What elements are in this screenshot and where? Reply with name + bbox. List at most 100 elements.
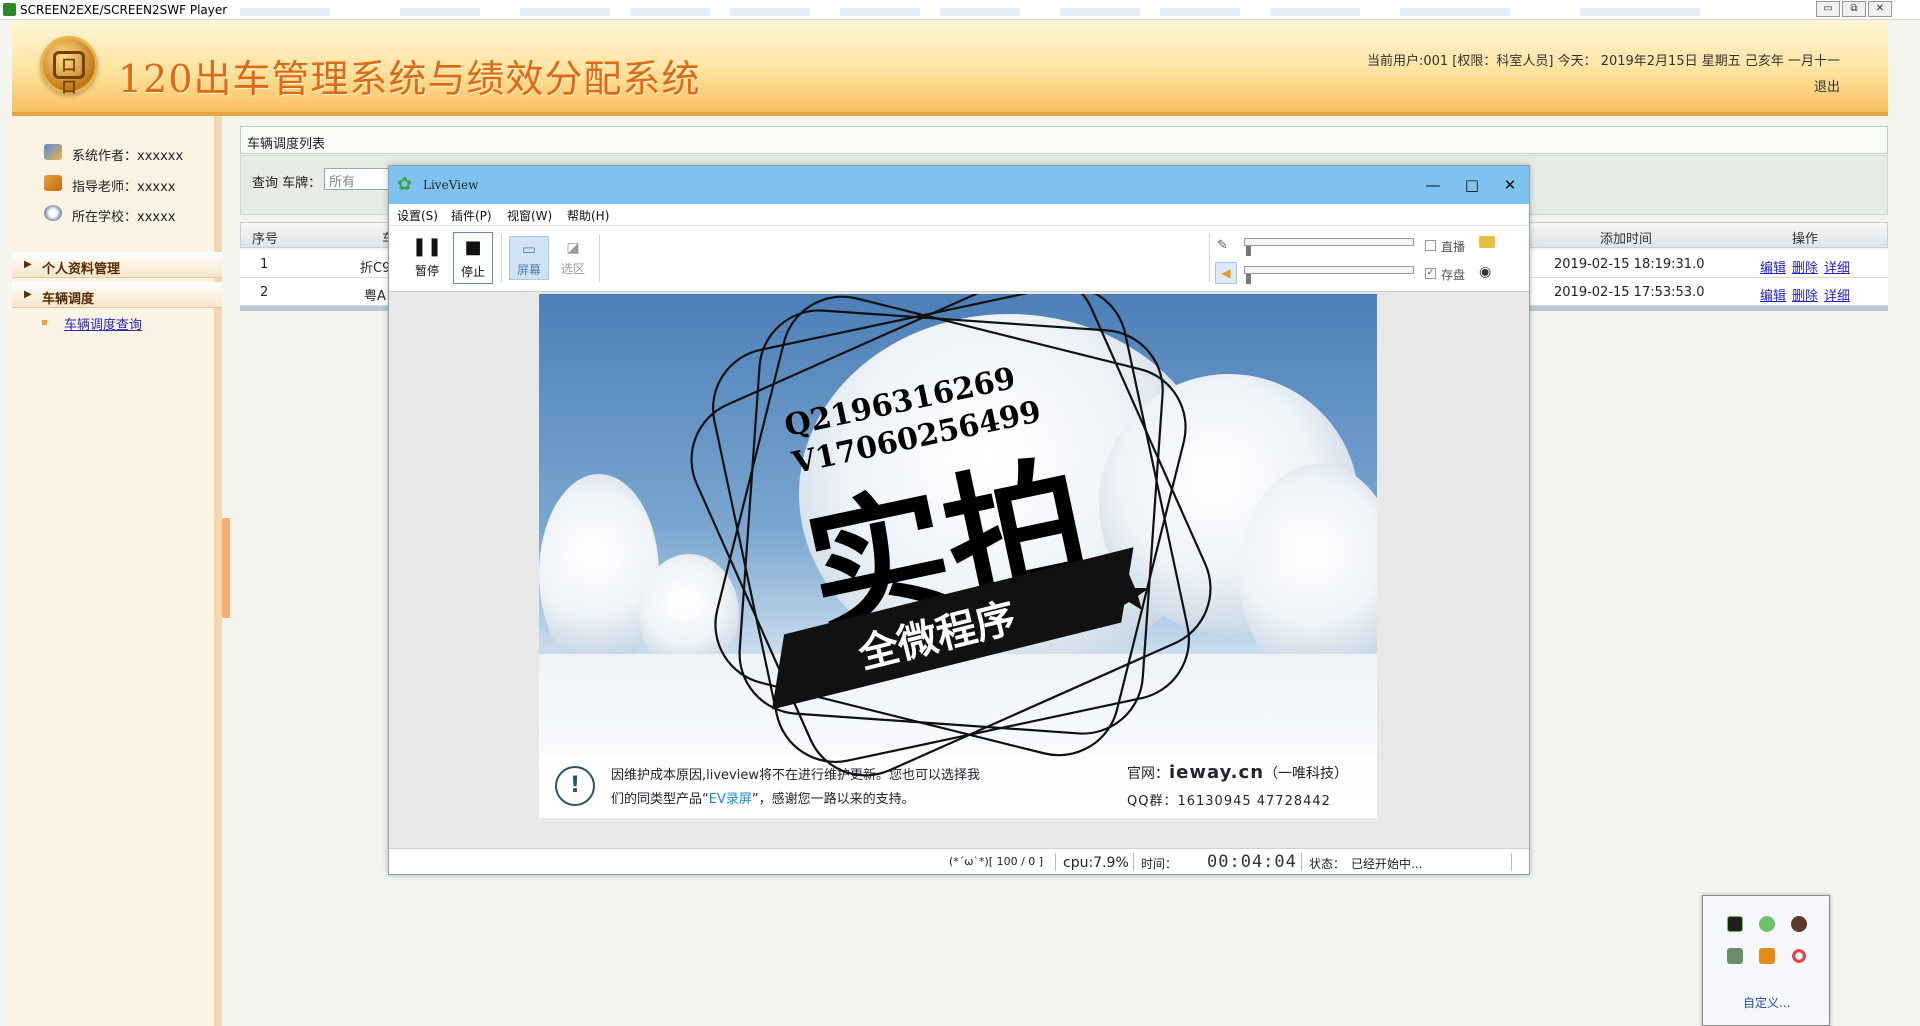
menu-settings[interactable]: 设置(S) <box>397 207 438 224</box>
player-minimize-button[interactable]: ▭ <box>1816 1 1840 17</box>
menu-window[interactable]: 视窗(W) <box>507 207 552 224</box>
pause-icon: ❚❚ <box>411 236 443 257</box>
nvidia-icon[interactable] <box>1727 916 1743 932</box>
row-seq: 1 <box>260 257 269 272</box>
app-logo: 口口 <box>40 36 98 96</box>
background-tab-ghost <box>1580 8 1700 16</box>
gear-red-icon[interactable] <box>1791 948 1807 964</box>
region-select-icon: ◪ <box>566 240 580 256</box>
chevron-right-icon: ▶ <box>24 289 32 300</box>
query-label: 查询 车牌： <box>252 176 322 191</box>
background-tab-ghost <box>730 8 810 16</box>
mic-volume-knob[interactable] <box>1246 246 1251 256</box>
microphone-icon[interactable]: ✎ <box>1217 238 1228 253</box>
author-icon <box>44 144 62 160</box>
logout-link[interactable]: 退出 <box>1814 76 1840 95</box>
row-delete-link[interactable]: 删除 <box>1792 257 1818 276</box>
folder-icon[interactable] <box>1479 236 1495 248</box>
background-tab-ghost <box>1160 8 1240 16</box>
column-header-seq: 序号 <box>252 232 279 247</box>
row-added-time: 2019-02-15 18:19:31.0 <box>1554 257 1705 272</box>
menu-personal-info[interactable]: ▶ 个人资料管理 <box>12 252 222 278</box>
liveview-logo-icon: ✿ <box>397 174 413 195</box>
status-separator <box>1133 853 1134 871</box>
stop-label: 停止 <box>460 265 485 279</box>
row-detail-link[interactable]: 详细 <box>1824 285 1850 304</box>
screen-capture-button[interactable]: ▭ 屏幕 <box>509 236 549 280</box>
status-state-label: 状态： <box>1309 857 1346 871</box>
toolbar-separator <box>501 234 502 282</box>
sidebar-item-vehicle-dispatch-query[interactable]: 车辆调度查询 <box>64 314 142 333</box>
stop-icon: ■ <box>464 237 482 258</box>
row-seq: 2 <box>260 285 269 300</box>
menu-vehicle-dispatch-label: 车辆调度 <box>42 292 95 307</box>
background-tab-ghost <box>630 8 710 16</box>
watermark-stamp: Q2196316269 V17060256499 实拍 全微程序 <box>690 294 1212 777</box>
region-capture-button[interactable]: ◪ 选区 <box>553 236 593 280</box>
chevron-right-icon: ▶ <box>24 259 32 270</box>
wechat-icon[interactable] <box>1759 916 1775 932</box>
sidebar-info-school: 所在学校：xxxxx <box>72 210 176 225</box>
liveview-minimize-button[interactable]: — <box>1422 174 1444 196</box>
speaker-volume-knob[interactable] <box>1246 274 1251 284</box>
pause-button[interactable]: ❚❚ 暂停 <box>407 232 447 284</box>
app-header: 口口 120出车管理系统与绩效分配系统 当前用户:001 [权限：科室人员] 今… <box>12 20 1888 116</box>
mic-volume-slider[interactable] <box>1244 238 1414 246</box>
background-tab-ghost <box>1400 8 1510 16</box>
liveview-maximize-button[interactable]: □ <box>1461 174 1483 196</box>
tray-customize-link[interactable]: 自定义... <box>1743 994 1790 1011</box>
player-restore-button[interactable]: ⧉ <box>1842 1 1866 17</box>
row-detail-link[interactable]: 详细 <box>1824 257 1850 276</box>
eye-icon[interactable]: ◉ <box>1479 264 1491 280</box>
pause-label: 暂停 <box>414 264 439 278</box>
monitor-icon: ▭ <box>521 240 537 258</box>
region-label: 选区 <box>560 262 585 276</box>
row-delete-link[interactable]: 删除 <box>1792 285 1818 304</box>
background-tab-ghost <box>520 8 610 16</box>
row-plate: 折C9 <box>360 261 391 276</box>
current-user-info: 当前用户:001 [权限：科室人员] 今天： 2019年2月15日 星期五 己亥… <box>1366 54 1840 69</box>
player-close-button[interactable]: ✕ <box>1868 1 1892 17</box>
tray-overflow-popup: 自定义... <box>1702 895 1830 1026</box>
stop-button[interactable]: ■ 停止 <box>453 232 493 284</box>
background-tab-ghost <box>940 8 1020 16</box>
menu-vehicle-dispatch[interactable]: ▶ 车辆调度 <box>12 282 222 308</box>
player-title: SCREEN2EXE/SCREEN2SWF Player <box>20 3 228 17</box>
player-title-bar: SCREEN2EXE/SCREEN2SWF Player ▭ ⧉ ✕ <box>0 0 1920 20</box>
system-title: 120出车管理系统与绩效分配系统 <box>118 57 701 101</box>
sidebar-info-teacher: 指导老师：xxxxx <box>72 180 176 195</box>
status-face-counter: (*´ω`*)[ 100 / 0 ] <box>949 855 1044 868</box>
live-broadcast-checkbox[interactable] <box>1425 240 1436 251</box>
screen-label: 屏幕 <box>516 263 541 277</box>
status-separator <box>1511 853 1512 871</box>
liveview-toolbar: ❚❚ 暂停 ■ 停止 ▭ 屏幕 ◪ 选区 ✎ 直播 ◀ ✓ 存盘 ◉ <box>389 226 1529 292</box>
liveview-title: LiveView <box>423 178 479 192</box>
status-time-label: 时间： <box>1141 857 1178 871</box>
status-timer: 00:04:04 <box>1207 852 1297 872</box>
orange-app-icon[interactable] <box>1759 948 1775 964</box>
status-cpu: cpu:7.9% <box>1063 855 1129 871</box>
background-tab-ghost <box>240 8 330 16</box>
save-to-disk-checkbox[interactable]: ✓ <box>1425 268 1436 279</box>
sidebar-collapse-handle[interactable] <box>222 518 230 618</box>
panel-title: 车辆调度列表 <box>240 126 1888 154</box>
row-plate: 粤A <box>364 289 386 304</box>
column-header-ops: 操作 <box>1792 232 1819 247</box>
menu-plugins[interactable]: 插件(P) <box>451 207 492 224</box>
background-tab-ghost <box>1060 8 1140 16</box>
liveview-close-button[interactable]: ✕ <box>1499 174 1521 196</box>
speaker-icon[interactable]: ◀ <box>1215 262 1237 284</box>
row-edit-link[interactable]: 编辑 <box>1760 285 1786 304</box>
liveview-titlebar[interactable]: ✿ LiveView — □ ✕ <box>389 166 1529 204</box>
menu-help[interactable]: 帮助(H) <box>567 207 609 224</box>
background-tab-ghost <box>840 8 920 16</box>
avatar-app-icon[interactable] <box>1791 916 1807 932</box>
usb-device-icon[interactable] <box>1727 948 1743 964</box>
live-broadcast-label: 直播 <box>1441 240 1466 254</box>
row-added-time: 2019-02-15 17:53:53.0 <box>1554 285 1705 300</box>
toolbar-separator <box>599 234 600 282</box>
speaker-volume-slider[interactable] <box>1244 266 1414 274</box>
background-tab-ghost <box>1270 8 1360 16</box>
row-edit-link[interactable]: 编辑 <box>1760 257 1786 276</box>
background-tab-ghost <box>400 8 480 16</box>
